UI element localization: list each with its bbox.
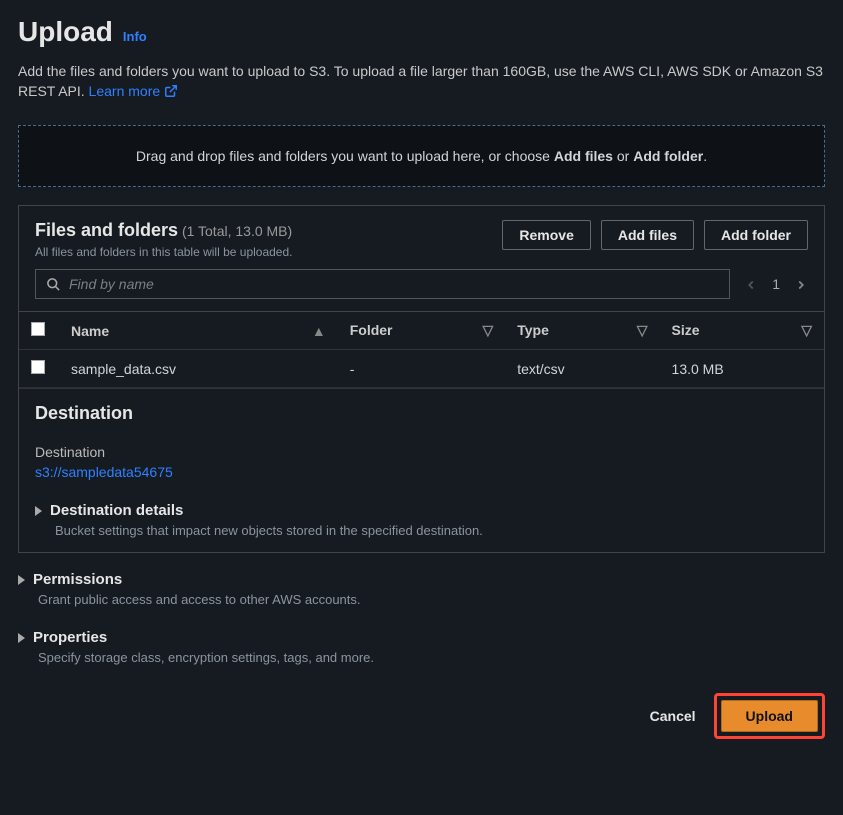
pager-page: 1 bbox=[772, 276, 780, 292]
caret-right-icon bbox=[18, 633, 25, 643]
cancel-button[interactable]: Cancel bbox=[650, 708, 696, 724]
cell-size: 13.0 MB bbox=[660, 350, 824, 388]
dropzone-or: or bbox=[613, 148, 633, 164]
add-files-button[interactable]: Add files bbox=[601, 220, 694, 250]
sort-icon: ▽ bbox=[637, 322, 648, 339]
sort-asc-icon: ▲ bbox=[312, 323, 326, 339]
chevron-right-icon bbox=[794, 278, 808, 292]
destination-link[interactable]: s3://sampledata54675 bbox=[35, 464, 808, 480]
table-row: sample_data.csv - text/csv 13.0 MB bbox=[19, 350, 824, 388]
col-type[interactable]: Type▽ bbox=[505, 312, 659, 350]
chevron-left-icon bbox=[744, 278, 758, 292]
dropzone-add-files: Add files bbox=[554, 148, 613, 164]
search-icon bbox=[46, 277, 61, 292]
cell-name: sample_data.csv bbox=[59, 350, 338, 388]
info-link[interactable]: Info bbox=[123, 29, 147, 44]
add-folder-button[interactable]: Add folder bbox=[704, 220, 808, 250]
pager-next[interactable] bbox=[794, 276, 808, 292]
pager-prev[interactable] bbox=[744, 276, 758, 292]
destination-details-desc: Bucket settings that impact new objects … bbox=[55, 523, 808, 538]
cell-type: text/csv bbox=[505, 350, 659, 388]
destination-title: Destination bbox=[35, 403, 808, 424]
sort-icon: ▽ bbox=[482, 322, 493, 339]
files-table: Name▲ Folder▽ Type▽ Size▽ sample_data.cs… bbox=[19, 311, 824, 388]
cell-folder: - bbox=[338, 350, 506, 388]
row-checkbox[interactable] bbox=[31, 360, 45, 374]
files-panel-summary: (1 Total, 13.0 MB) bbox=[182, 223, 292, 239]
learn-more-link[interactable]: Learn more bbox=[89, 82, 179, 102]
caret-right-icon bbox=[18, 575, 25, 585]
search-input[interactable] bbox=[69, 276, 719, 292]
files-panel-title: Files and folders bbox=[35, 220, 178, 240]
page-description: Add the files and folders you want to up… bbox=[18, 62, 825, 101]
properties-expander[interactable]: Properties bbox=[18, 629, 825, 646]
destination-label: Destination bbox=[35, 444, 808, 460]
caret-right-icon bbox=[35, 506, 42, 516]
col-name[interactable]: Name▲ bbox=[59, 312, 338, 350]
sort-icon: ▽ bbox=[801, 322, 812, 339]
properties-desc: Specify storage class, encryption settin… bbox=[38, 650, 825, 665]
search-input-wrap[interactable] bbox=[35, 269, 730, 299]
destination-details-title: Destination details bbox=[50, 502, 183, 519]
permissions-expander[interactable]: Permissions bbox=[18, 571, 825, 588]
files-panel: Files and folders (1 Total, 13.0 MB) All… bbox=[18, 205, 825, 553]
properties-title: Properties bbox=[33, 629, 107, 646]
col-size[interactable]: Size▽ bbox=[660, 312, 824, 350]
permissions-title: Permissions bbox=[33, 571, 122, 588]
dropzone-add-folder: Add folder bbox=[633, 148, 703, 164]
remove-button[interactable]: Remove bbox=[502, 220, 590, 250]
upload-button[interactable]: Upload bbox=[721, 700, 818, 732]
dropzone-suffix: . bbox=[703, 148, 707, 164]
select-all-checkbox[interactable] bbox=[31, 322, 45, 336]
dropzone-text-prefix: Drag and drop files and folders you want… bbox=[136, 148, 554, 164]
destination-details-expander[interactable]: Destination details bbox=[35, 502, 808, 519]
external-link-icon bbox=[164, 84, 178, 98]
upload-button-highlight: Upload bbox=[714, 693, 825, 739]
files-panel-note: All files and folders in this table will… bbox=[35, 245, 292, 259]
page-title: Upload bbox=[18, 16, 113, 48]
col-folder[interactable]: Folder▽ bbox=[338, 312, 506, 350]
dropzone[interactable]: Drag and drop files and folders you want… bbox=[18, 125, 825, 187]
permissions-desc: Grant public access and access to other … bbox=[38, 592, 825, 607]
